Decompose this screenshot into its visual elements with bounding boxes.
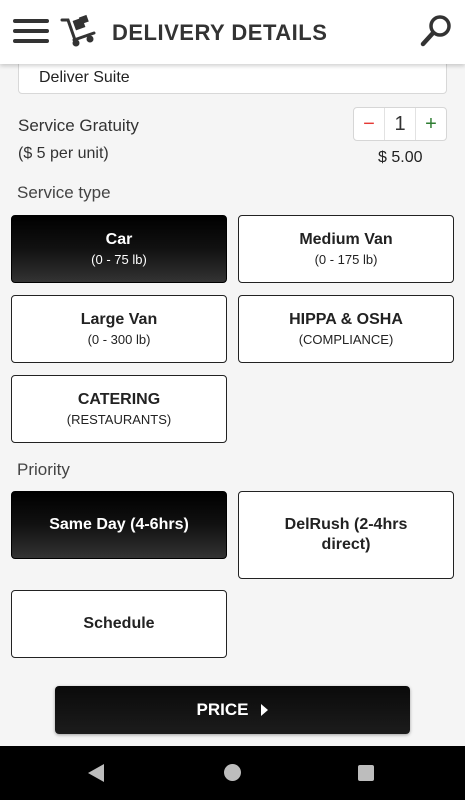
deliver-suite-field[interactable]: Deliver Suite: [18, 64, 447, 94]
back-icon[interactable]: [88, 764, 104, 782]
service-option-large-van[interactable]: Large Van (0 - 300 lb): [11, 295, 227, 363]
decrement-button[interactable]: −: [354, 108, 385, 140]
app-bar: DELIVERY DETAILS: [0, 0, 465, 64]
priority-label: Priority: [17, 460, 70, 479]
price-button-label: PRICE: [196, 700, 249, 719]
service-option-weight: (0 - 300 lb): [87, 331, 151, 347]
service-type-label: Service type: [17, 183, 111, 202]
gratuity-stepper: − 1 +: [353, 107, 447, 141]
system-nav-bar: [0, 746, 465, 800]
service-option-title: CATERING: [77, 390, 161, 408]
service-option-weight: (RESTAURANTS): [66, 411, 172, 427]
service-option-medium-van[interactable]: Medium Van (0 - 175 lb): [238, 215, 454, 283]
gratuity-quantity: 1: [394, 112, 406, 135]
priority-option-schedule[interactable]: Schedule: [11, 590, 227, 658]
gratuity-label: Service Gratuity: [18, 116, 139, 135]
priority-option-same-day[interactable]: Same Day (4-6hrs): [11, 491, 227, 559]
service-option-weight: (0 - 75 lb): [91, 251, 147, 267]
service-option-hippa-osha[interactable]: HIPPA & OSHA (COMPLIANCE): [238, 295, 454, 363]
recents-icon[interactable]: [358, 765, 374, 781]
gratuity-rate: ($ 5 per unit): [18, 145, 109, 162]
menu-icon[interactable]: [13, 19, 49, 45]
gratuity-total: $ 5.00: [378, 149, 423, 166]
price-button[interactable]: PRICE: [55, 686, 410, 734]
priority-option-delrush[interactable]: DelRush (2-4hrs direct): [238, 491, 454, 579]
play-arrow-icon: [261, 704, 269, 716]
delivery-form: Deliver Suite Service Gratuity ($ 5 per …: [0, 64, 465, 746]
increment-button[interactable]: +: [415, 108, 446, 140]
service-option-weight: (0 - 175 lb): [314, 251, 378, 267]
service-option-title: HIPPA & OSHA: [289, 310, 403, 328]
service-option-catering[interactable]: CATERING (RESTAURANTS): [11, 375, 227, 443]
service-option-car[interactable]: Car (0 - 75 lb): [11, 215, 227, 283]
service-option-weight: (COMPLIANCE): [298, 331, 394, 347]
priority-option-title: Schedule: [83, 615, 155, 632]
service-option-title: Large Van: [80, 310, 158, 328]
search-icon[interactable]: [419, 14, 453, 48]
page-title: DELIVERY DETAILS: [112, 20, 328, 45]
service-option-title: Medium Van: [299, 230, 393, 248]
hand-truck-icon: [60, 14, 96, 47]
priority-option-title: Same Day (4-6hrs): [49, 516, 189, 533]
priority-option-title: DelRush (2-4hrs direct): [284, 516, 408, 553]
home-icon[interactable]: [224, 764, 241, 781]
service-option-title: Car: [105, 230, 133, 248]
